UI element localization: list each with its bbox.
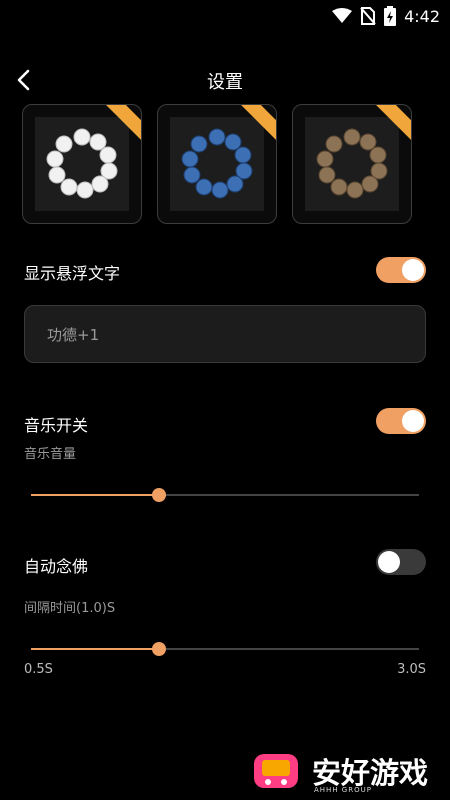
interval-label: 间隔时间(1.0)S bbox=[24, 601, 116, 616]
slider-fill bbox=[31, 648, 160, 650]
no-sim-icon bbox=[360, 7, 376, 25]
auto-chant-toggle[interactable] bbox=[376, 549, 426, 575]
floating-text-input[interactable] bbox=[24, 305, 426, 363]
music-label: 音乐开关 bbox=[24, 416, 89, 435]
floating-text-toggle[interactable] bbox=[376, 257, 426, 283]
toggle-knob bbox=[378, 551, 400, 573]
blue-bead-bracelet-image bbox=[181, 128, 253, 199]
status-bar: 4:42 bbox=[0, 0, 450, 32]
bead-selector bbox=[22, 104, 428, 226]
interval-max-label: 3.0S bbox=[397, 662, 426, 677]
status-icons: 4:42 bbox=[332, 6, 440, 26]
auto-chant-label: 自动念佛 bbox=[24, 557, 89, 576]
interval-min-label: 0.5S bbox=[24, 662, 53, 677]
volume-slider[interactable] bbox=[31, 485, 419, 505]
interval-slider[interactable] bbox=[31, 639, 419, 659]
watermark-sub-text: AHHH GROUP bbox=[314, 786, 372, 794]
toggle-knob bbox=[402, 259, 424, 281]
battery-charging-icon bbox=[384, 6, 397, 26]
white-bead-bracelet-image bbox=[46, 128, 118, 199]
floating-text-label: 显示悬浮文字 bbox=[24, 264, 121, 283]
status-time: 4:42 bbox=[404, 6, 440, 26]
bead-option-blue[interactable] bbox=[157, 104, 277, 224]
bead-option-white[interactable] bbox=[22, 104, 142, 224]
wood-bead-bracelet-image bbox=[316, 128, 388, 199]
wifi-icon bbox=[332, 8, 353, 23]
music-toggle[interactable] bbox=[376, 408, 426, 434]
volume-label: 音乐音量 bbox=[24, 447, 77, 462]
bead-option-wood[interactable] bbox=[292, 104, 412, 224]
watermark-logo: 安好游戏 AHHH GROUP bbox=[250, 748, 440, 796]
page-title: 设置 bbox=[207, 72, 243, 93]
slider-thumb[interactable] bbox=[152, 488, 167, 502]
header: 设置 bbox=[0, 58, 450, 102]
game-controller-icon bbox=[254, 754, 298, 788]
slider-thumb[interactable] bbox=[152, 642, 167, 656]
toggle-knob bbox=[402, 410, 424, 432]
slider-fill bbox=[31, 494, 160, 496]
